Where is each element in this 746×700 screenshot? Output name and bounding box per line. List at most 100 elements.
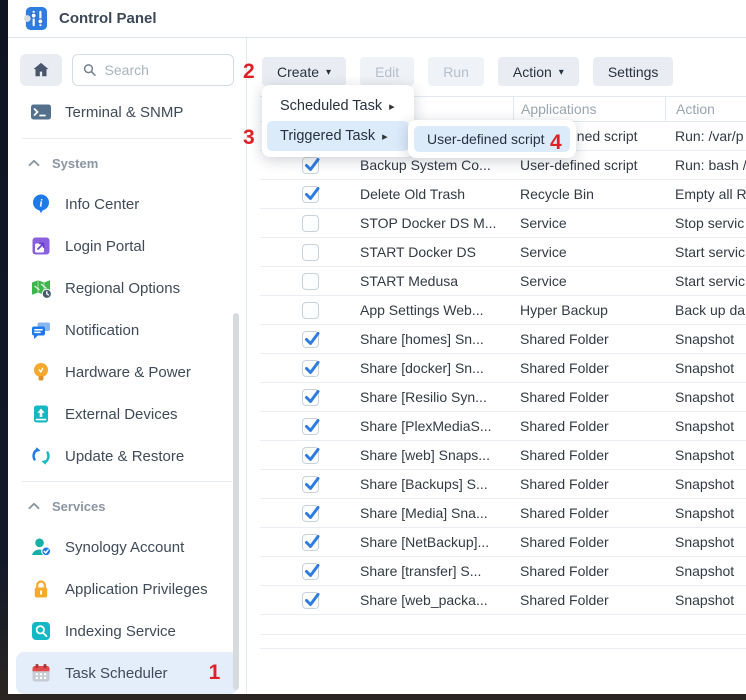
- search-icon: [83, 62, 97, 78]
- annotation-1: 1: [209, 661, 221, 685]
- table-row[interactable]: Share [PlexMediaS... Shared Folder Snaps…: [260, 412, 746, 441]
- row-checkbox[interactable]: [302, 389, 319, 406]
- sidebar-divider: [22, 481, 232, 482]
- row-checkbox[interactable]: [302, 331, 319, 348]
- row-checkbox[interactable]: [302, 157, 319, 174]
- row-checkbox[interactable]: [302, 505, 319, 522]
- sidebar-item-label: Update & Restore: [65, 448, 184, 465]
- sidebar-item-label: Application Privileges: [65, 581, 208, 598]
- row-checkbox[interactable]: [302, 360, 319, 377]
- table-row[interactable]: START Medusa Service Start servic: [260, 267, 746, 296]
- row-checkbox[interactable]: [302, 244, 319, 261]
- sidebar-section-system[interactable]: System: [8, 143, 246, 183]
- menu-item-label: User-defined script: [427, 131, 545, 147]
- cell-name: Share [homes] Sn...: [360, 325, 513, 353]
- table-row[interactable]: Share [Backups] S... Shared Folder Snaps…: [260, 470, 746, 499]
- sidebar-item-indexing-service[interactable]: Indexing Service: [16, 610, 238, 652]
- home-icon: [31, 60, 51, 80]
- row-checkbox[interactable]: [302, 302, 319, 319]
- sidebar-item-regional-options[interactable]: Regional Options: [16, 267, 238, 309]
- search-input[interactable]: [105, 62, 223, 78]
- submenu-arrow-icon: ▸: [389, 100, 395, 113]
- sidebar-item-info-center[interactable]: i Info Center: [16, 183, 238, 225]
- sidebar-item-synology-account[interactable]: Synology Account: [16, 526, 238, 568]
- create-button[interactable]: Create ▾: [262, 57, 346, 86]
- sidebar-item-external-devices[interactable]: External Devices: [16, 393, 238, 435]
- table-row[interactable]: Share [homes] Sn... Shared Folder Snapsh…: [260, 325, 746, 354]
- table-row[interactable]: Share [transfer] S... Shared Folder Snap…: [260, 557, 746, 586]
- table-row[interactable]: Share [web] Snaps... Shared Folder Snaps…: [260, 441, 746, 470]
- row-checkbox[interactable]: [302, 418, 319, 435]
- home-button[interactable]: [20, 54, 62, 86]
- table-row[interactable]: Share [Media] Sna... Shared Folder Snaps…: [260, 499, 746, 528]
- row-checkbox[interactable]: [302, 476, 319, 493]
- row-checkbox[interactable]: [302, 592, 319, 609]
- button-label: Edit: [375, 64, 399, 80]
- sidebar-item-label: Synology Account: [65, 539, 184, 556]
- table-row[interactable]: App Settings Web... Hyper Backup Back up…: [260, 296, 746, 325]
- cell-application: Shared Folder: [513, 412, 665, 440]
- annotation-2: 2: [243, 61, 255, 82]
- search-box[interactable]: [72, 54, 234, 86]
- cell-name: Delete Old Trash: [360, 180, 513, 208]
- cell-application: Service: [513, 209, 665, 237]
- row-checkbox[interactable]: [302, 447, 319, 464]
- sidebar-item-update-restore[interactable]: Update & Restore: [16, 435, 238, 477]
- annotation-3: 3: [243, 127, 255, 148]
- table-row[interactable]: START Docker DS Service Start servic: [260, 238, 746, 267]
- row-checkbox[interactable]: [302, 186, 319, 203]
- header-applications[interactable]: Applications: [513, 97, 665, 121]
- cell-name: Share [web] Snaps...: [360, 441, 513, 469]
- table-row[interactable]: STOP Docker DS M... Service Stop servic: [260, 209, 746, 238]
- cell-action: Run: /var/p: [665, 122, 746, 150]
- chevron-up-icon: [28, 159, 40, 167]
- cell-action: Snapshot: [665, 325, 746, 353]
- row-checkbox[interactable]: [302, 215, 319, 232]
- sidebar-item-hardware-power[interactable]: Hardware & Power: [16, 351, 238, 393]
- table-row[interactable]: Share [Resilio Syn... Shared Folder Snap…: [260, 383, 746, 412]
- sidebar-item-login-portal[interactable]: Login Portal: [16, 225, 238, 267]
- task-table: Applications Action User-defined script …: [260, 96, 746, 649]
- button-label: Create: [277, 64, 319, 80]
- settings-button[interactable]: Settings: [593, 57, 674, 86]
- table-row[interactable]: Delete Old Trash Recycle Bin Empty all R: [260, 180, 746, 209]
- run-button[interactable]: Run: [428, 57, 484, 86]
- sidebar-item-terminal-snmp[interactable]: Terminal & SNMP: [16, 90, 238, 134]
- row-checkbox[interactable]: [302, 534, 319, 551]
- menu-item-triggered-task[interactable]: Triggered Task ▸: [267, 121, 409, 151]
- action-button[interactable]: Action ▾: [498, 57, 579, 86]
- task-scheduler-icon: [30, 662, 52, 684]
- cell-application: Service: [513, 238, 665, 266]
- sidebar-scrollbar-thumb[interactable]: [233, 313, 239, 690]
- button-label: Run: [443, 64, 469, 80]
- cell-action: Empty all R: [665, 180, 746, 208]
- sidebar-item-application-privileges[interactable]: Application Privileges: [16, 568, 238, 610]
- check-icon: [304, 477, 320, 492]
- cell-action: Snapshot: [665, 557, 746, 585]
- check-icon: [304, 419, 320, 434]
- cell-name: Share [transfer] S...: [360, 557, 513, 585]
- login-portal-icon: [30, 235, 52, 257]
- regional-options-icon: [30, 277, 52, 299]
- sidebar-item-notification[interactable]: Notification: [16, 309, 238, 351]
- button-label: Action: [513, 64, 552, 80]
- menu-item-scheduled-task[interactable]: Scheduled Task ▸: [267, 91, 409, 121]
- row-checkbox[interactable]: [302, 273, 319, 290]
- row-checkbox[interactable]: [302, 563, 319, 580]
- cell-action: Stop servic: [665, 209, 746, 237]
- table-row[interactable]: Share [NetBackup]... Shared Folder Snaps…: [260, 528, 746, 557]
- edit-button[interactable]: Edit: [360, 57, 414, 86]
- sidebar-item-task-scheduler[interactable]: Task Scheduler 1: [16, 652, 238, 694]
- header-action[interactable]: Action: [665, 97, 746, 121]
- cell-name: START Docker DS: [360, 238, 513, 266]
- sidebar-item-label: Task Scheduler: [65, 665, 168, 682]
- control-panel-window: Control Panel: [8, 0, 746, 694]
- sidebar-section-services[interactable]: Services: [8, 486, 246, 526]
- caret-down-icon: ▾: [559, 68, 564, 78]
- check-icon: [304, 361, 320, 376]
- cell-application: Shared Folder: [513, 557, 665, 585]
- update-restore-icon: [30, 445, 52, 467]
- table-row[interactable]: Share [docker] Sn... Shared Folder Snaps…: [260, 354, 746, 383]
- table-row[interactable]: Share [web_packa... Shared Folder Snapsh…: [260, 586, 746, 615]
- menu-item-user-defined-script[interactable]: User-defined script: [414, 126, 570, 152]
